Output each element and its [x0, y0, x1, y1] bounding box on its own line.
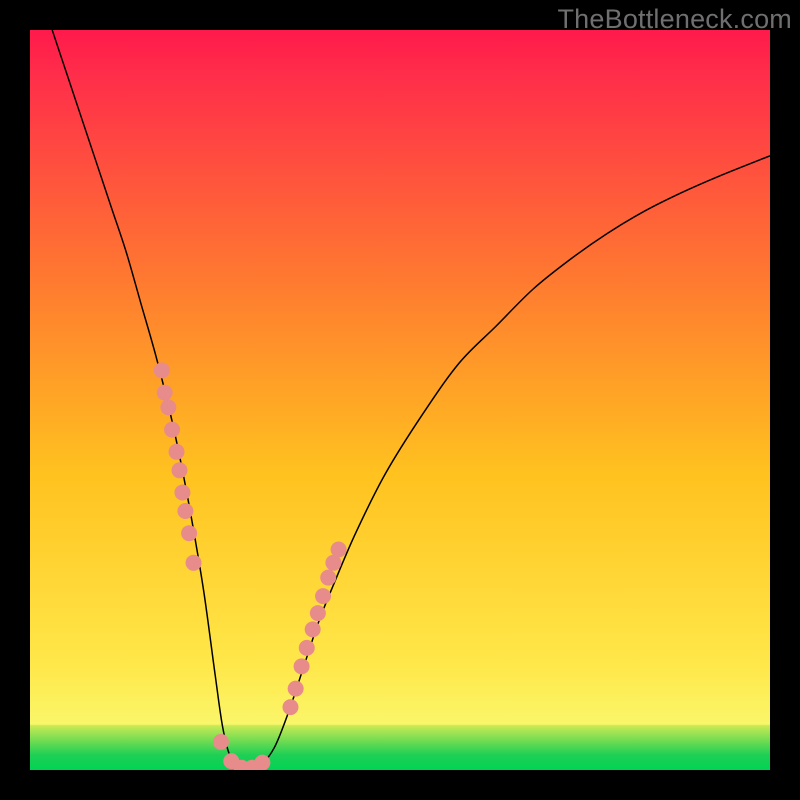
chart-container: TheBottleneck.com	[0, 0, 800, 800]
data-point	[177, 503, 193, 519]
data-point	[288, 681, 304, 697]
data-point	[294, 658, 310, 674]
data-point	[213, 734, 229, 750]
data-point	[160, 399, 176, 415]
data-point	[320, 570, 336, 586]
data-point	[174, 485, 190, 501]
data-point	[315, 588, 331, 604]
data-point	[331, 541, 347, 557]
data-point	[305, 621, 321, 637]
data-point	[186, 555, 202, 571]
data-point	[181, 525, 197, 541]
data-point	[154, 362, 170, 378]
data-point	[254, 755, 270, 770]
watermark-text: TheBottleneck.com	[557, 4, 792, 35]
gradient-background	[30, 30, 770, 770]
data-point	[164, 422, 180, 438]
data-point	[157, 385, 173, 401]
bottleneck-chart	[30, 30, 770, 770]
data-point	[171, 462, 187, 478]
data-point	[282, 699, 298, 715]
data-point	[310, 605, 326, 621]
data-point	[299, 640, 315, 656]
data-point	[169, 444, 185, 460]
